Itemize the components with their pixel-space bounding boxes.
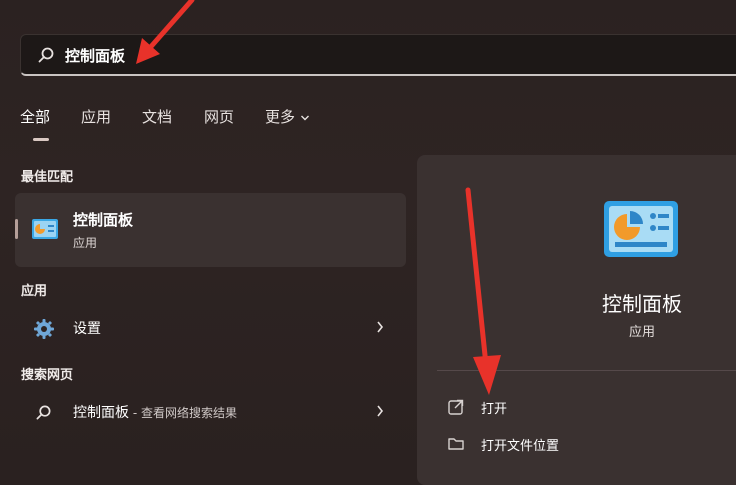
open-action-label: 打开	[481, 402, 508, 417]
control-panel-large-icon	[603, 200, 679, 264]
detail-subtitle: 应用	[628, 325, 655, 340]
web-search-label: 控制面板 - 查看网络搜索结果	[73, 402, 237, 422]
selection-indicator	[15, 219, 18, 239]
tab-apps[interactable]: 应用	[81, 106, 111, 127]
detail-title: 控制面板	[602, 292, 682, 316]
folder-icon	[447, 435, 465, 457]
chevron-down-icon	[300, 108, 310, 126]
gear-icon	[33, 318, 55, 344]
best-match-subtitle: 应用	[73, 236, 98, 250]
web-search-suffix: - 查看网络搜索结果	[129, 406, 237, 420]
open-file-location-action[interactable]: 打开文件位置	[447, 433, 697, 457]
open-file-location-label: 打开文件位置	[481, 439, 560, 454]
control-panel-icon	[31, 218, 59, 244]
chevron-right-icon[interactable]	[376, 319, 384, 338]
chevron-right-icon[interactable]	[376, 403, 384, 422]
best-match-result[interactable]: 控制面板 应用	[15, 193, 406, 267]
list-item-settings[interactable]: 设置	[15, 308, 406, 348]
active-tab-indicator	[33, 138, 49, 141]
apps-heading: 应用	[21, 284, 48, 299]
best-match-heading: 最佳匹配	[21, 170, 74, 185]
divider	[437, 370, 736, 371]
tab-more-label: 更多	[265, 108, 296, 126]
search-web-heading: 搜索网页	[21, 368, 74, 383]
web-search-query: 控制面板	[73, 405, 129, 421]
tab-web[interactable]: 网页	[204, 106, 234, 127]
search-input[interactable]: 控制面板	[65, 45, 125, 66]
search-icon	[37, 46, 55, 68]
tab-more[interactable]: 更多	[265, 106, 310, 127]
search-box[interactable]: 控制面板	[20, 34, 736, 76]
tab-all[interactable]: 全部	[20, 106, 50, 127]
tab-documents[interactable]: 文档	[142, 106, 172, 127]
detail-panel: 控制面板 应用 打开 打开文件位置	[417, 155, 736, 485]
open-external-icon	[447, 398, 465, 420]
best-match-title: 控制面板	[73, 211, 134, 229]
settings-label: 设置	[73, 321, 101, 337]
list-item-web-search[interactable]: 控制面板 - 查看网络搜索结果	[15, 392, 406, 432]
open-action[interactable]: 打开	[447, 396, 697, 420]
search-icon	[35, 404, 52, 425]
